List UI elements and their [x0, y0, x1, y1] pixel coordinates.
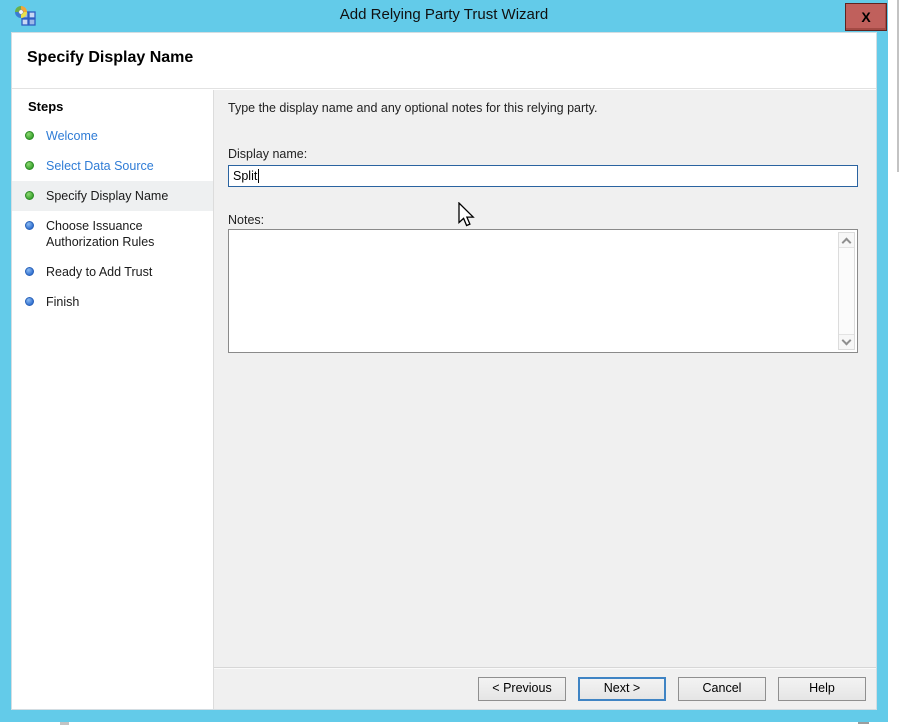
- close-button[interactable]: X: [845, 3, 887, 31]
- help-button[interactable]: Help: [778, 677, 866, 701]
- sidebar-step-welcome[interactable]: Welcome: [12, 121, 213, 151]
- wizard-window: Add Relying Party Trust Wizard X Specify…: [0, 0, 888, 722]
- wizard-button-bar: < Previous Next > Cancel Help: [214, 667, 876, 709]
- window-title: Add Relying Party Trust Wizard: [0, 6, 888, 23]
- previous-button[interactable]: < Previous: [478, 677, 566, 701]
- sidebar-step-ready-to-add-trust: Ready to Add Trust: [12, 257, 213, 287]
- intro-text: Type the display name and any optional n…: [228, 101, 597, 115]
- notes-label: Notes:: [228, 213, 264, 227]
- steps-heading: Steps: [12, 99, 213, 121]
- scroll-down-button[interactable]: [839, 334, 854, 349]
- display-name-input[interactable]: Split: [228, 165, 858, 187]
- scroll-up-button[interactable]: [839, 233, 854, 248]
- text-caret: [258, 169, 259, 183]
- display-name-value: Split: [233, 169, 257, 183]
- wizard-inner-panel: Specify Display Name Steps Welcome Selec…: [11, 32, 877, 710]
- step-pending-bullet-icon: [25, 267, 34, 276]
- sidebar-step-specify-display-name[interactable]: Specify Display Name: [12, 181, 213, 211]
- step-complete-bullet-icon: [25, 191, 34, 200]
- chevron-up-icon: [842, 237, 852, 247]
- page-header: Specify Display Name: [12, 33, 876, 89]
- display-name-label: Display name:: [228, 147, 307, 161]
- steps-sidebar: Steps Welcome Select Data Source Specify…: [12, 90, 214, 709]
- next-button[interactable]: Next >: [578, 677, 666, 701]
- chevron-down-icon: [842, 335, 852, 345]
- close-icon: X: [861, 9, 870, 25]
- sidebar-step-select-data-source[interactable]: Select Data Source: [12, 151, 213, 181]
- wizard-content: Type the display name and any optional n…: [214, 90, 876, 709]
- step-pending-bullet-icon: [25, 297, 34, 306]
- step-pending-bullet-icon: [25, 221, 34, 230]
- sidebar-step-finish: Finish: [12, 287, 213, 317]
- step-complete-bullet-icon: [25, 161, 34, 170]
- sidebar-step-choose-issuance-authorization-rules: Choose Issuance Authorization Rules: [12, 211, 213, 257]
- background-window-edge: [897, 0, 899, 172]
- notes-scrollbar[interactable]: [838, 232, 855, 350]
- page-title: Specify Display Name: [27, 49, 193, 67]
- notes-textarea[interactable]: [228, 229, 858, 353]
- titlebar[interactable]: Add Relying Party Trust Wizard X: [0, 0, 888, 32]
- step-complete-bullet-icon: [25, 131, 34, 140]
- cancel-button[interactable]: Cancel: [678, 677, 766, 701]
